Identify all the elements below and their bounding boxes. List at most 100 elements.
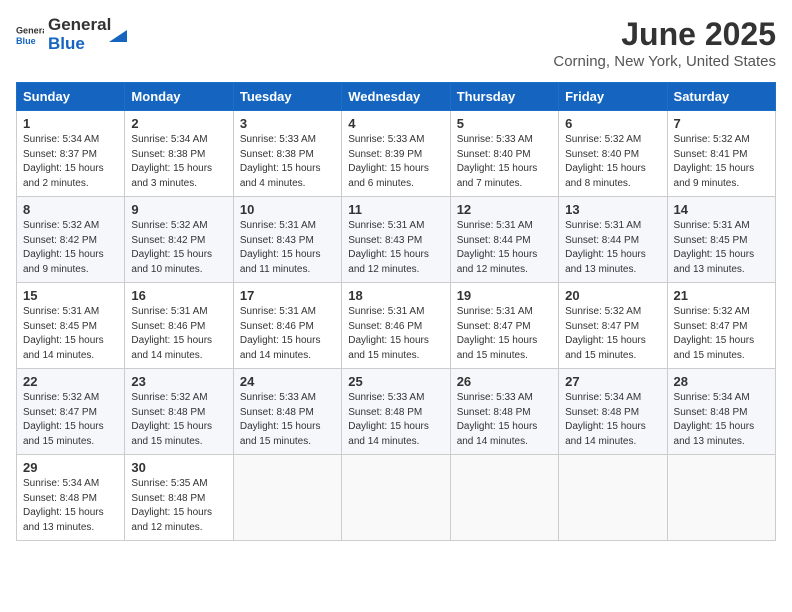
calendar-cell: 3Sunrise: 5:33 AMSunset: 8:38 PMDaylight… [233, 111, 341, 197]
day-info: Sunrise: 5:32 AMSunset: 8:47 PMDaylight:… [565, 305, 660, 363]
day-number: 29 [23, 460, 118, 475]
calendar-cell [667, 455, 775, 541]
day-info: Sunrise: 5:31 AMSunset: 8:44 PMDaylight:… [565, 219, 660, 277]
calendar-cell: 1Sunrise: 5:34 AMSunset: 8:37 PMDaylight… [17, 111, 125, 197]
day-info: Sunrise: 5:34 AMSunset: 8:48 PMDaylight:… [23, 477, 118, 535]
day-number: 30 [131, 460, 226, 475]
day-info: Sunrise: 5:33 AMSunset: 8:48 PMDaylight:… [457, 391, 552, 449]
day-info: Sunrise: 5:33 AMSunset: 8:39 PMDaylight:… [348, 133, 443, 191]
day-number: 15 [23, 288, 118, 303]
day-number: 24 [240, 374, 335, 389]
day-info: Sunrise: 5:32 AMSunset: 8:42 PMDaylight:… [131, 219, 226, 277]
day-info: Sunrise: 5:31 AMSunset: 8:47 PMDaylight:… [457, 305, 552, 363]
logo-blue-text: Blue [48, 35, 111, 54]
day-number: 12 [457, 202, 552, 217]
day-number: 6 [565, 116, 660, 131]
logo-general-text: General [48, 16, 111, 35]
calendar-cell: 29 Sunrise: 5:34 AMSunset: 8:48 PMDayligh… [17, 455, 125, 541]
calendar-cell: 12 Sunrise: 5:31 AMSunset: 8:44 PMDayligh… [450, 197, 558, 283]
day-info: Sunrise: 5:32 AMSunset: 8:47 PMDaylight:… [23, 391, 118, 449]
day-number: 16 [131, 288, 226, 303]
day-info: Sunrise: 5:31 AMSunset: 8:44 PMDaylight:… [457, 219, 552, 277]
day-info: Sunrise: 5:32 AMSunset: 8:48 PMDaylight:… [131, 391, 226, 449]
day-number: 27 [565, 374, 660, 389]
calendar-cell: 11Sunrise: 5:31 AMSunset: 8:43 PMDayligh… [342, 197, 450, 283]
calendar-cell [233, 455, 341, 541]
day-number: 19 [457, 288, 552, 303]
calendar-cell: 25 Sunrise: 5:33 AMSunset: 8:48 PMDayligh… [342, 369, 450, 455]
calendar-week-row: 22 Sunrise: 5:32 AMSunset: 8:47 PMDayligh… [17, 369, 776, 455]
calendar-cell: 13 Sunrise: 5:31 AMSunset: 8:44 PMDayligh… [559, 197, 667, 283]
day-info: Sunrise: 5:34 AMSunset: 8:38 PMDaylight:… [131, 133, 226, 191]
month-title: June 2025 [553, 16, 776, 53]
calendar-cell: 21Sunrise: 5:32 AMSunset: 8:47 PMDayligh… [667, 283, 775, 369]
day-number: 26 [457, 374, 552, 389]
day-info: Sunrise: 5:34 AMSunset: 8:48 PMDaylight:… [674, 391, 769, 449]
calendar-cell: 26 Sunrise: 5:33 AMSunset: 8:48 PMDayligh… [450, 369, 558, 455]
day-number: 14 [674, 202, 769, 217]
calendar-cell [559, 455, 667, 541]
day-number: 25 [348, 374, 443, 389]
title-block: June 2025 Corning, New York, United Stat… [553, 16, 776, 70]
calendar-cell: 14 Sunrise: 5:31 AMSunset: 8:45 PMDayligh… [667, 197, 775, 283]
calendar-week-row: 29 Sunrise: 5:34 AMSunset: 8:48 PMDayligh… [17, 455, 776, 541]
svg-text:General: General [16, 25, 44, 35]
calendar-table: SundayMondayTuesdayWednesdayThursdayFrid… [16, 82, 776, 541]
day-number: 18 [348, 288, 443, 303]
calendar-cell [342, 455, 450, 541]
calendar-cell: 28 Sunrise: 5:34 AMSunset: 8:48 PMDayligh… [667, 369, 775, 455]
calendar-cell: 2Sunrise: 5:34 AMSunset: 8:38 PMDaylight… [125, 111, 233, 197]
day-info: Sunrise: 5:32 AMSunset: 8:41 PMDaylight:… [674, 133, 769, 191]
day-info: Sunrise: 5:31 AMSunset: 8:46 PMDaylight:… [348, 305, 443, 363]
header-wednesday: Wednesday [342, 83, 450, 111]
day-info: Sunrise: 5:33 AMSunset: 8:38 PMDaylight:… [240, 133, 335, 191]
day-number: 7 [674, 116, 769, 131]
calendar-cell: 24 Sunrise: 5:33 AMSunset: 8:48 PMDayligh… [233, 369, 341, 455]
logo-icon: General Blue [16, 21, 44, 49]
calendar-week-row: 8 Sunrise: 5:32 AMSunset: 8:42 PMDaylight… [17, 197, 776, 283]
calendar-header-row: SundayMondayTuesdayWednesdayThursdayFrid… [17, 83, 776, 111]
day-info: Sunrise: 5:32 AMSunset: 8:40 PMDaylight:… [565, 133, 660, 191]
day-info: Sunrise: 5:33 AMSunset: 8:48 PMDaylight:… [240, 391, 335, 449]
calendar-cell: 17 Sunrise: 5:31 AMSunset: 8:46 PMDayligh… [233, 283, 341, 369]
calendar-cell: 30 Sunrise: 5:35 AMSunset: 8:48 PMDayligh… [125, 455, 233, 541]
day-number: 5 [457, 116, 552, 131]
day-info: Sunrise: 5:31 AMSunset: 8:46 PMDaylight:… [240, 305, 335, 363]
calendar-cell [450, 455, 558, 541]
day-info: Sunrise: 5:34 AMSunset: 8:48 PMDaylight:… [565, 391, 660, 449]
calendar-cell: 10 Sunrise: 5:31 AMSunset: 8:43 PMDayligh… [233, 197, 341, 283]
day-number: 13 [565, 202, 660, 217]
location-title: Corning, New York, United States [553, 53, 776, 70]
header-monday: Monday [125, 83, 233, 111]
day-info: Sunrise: 5:33 AMSunset: 8:48 PMDaylight:… [348, 391, 443, 449]
calendar-cell: 27 Sunrise: 5:34 AMSunset: 8:48 PMDayligh… [559, 369, 667, 455]
day-number: 4 [348, 116, 443, 131]
calendar-cell: 8Sunrise: 5:32 AMSunset: 8:42 PMDaylight… [17, 197, 125, 283]
day-number: 9 [131, 202, 226, 217]
day-info: Sunrise: 5:34 AMSunset: 8:37 PMDaylight:… [23, 133, 118, 191]
calendar-cell: 15 Sunrise: 5:31 AMSunset: 8:45 PMDayligh… [17, 283, 125, 369]
day-info: Sunrise: 5:32 AMSunset: 8:47 PMDaylight:… [674, 305, 769, 363]
header-tuesday: Tuesday [233, 83, 341, 111]
calendar-cell: 6 Sunrise: 5:32 AMSunset: 8:40 PMDaylight… [559, 111, 667, 197]
header-saturday: Saturday [667, 83, 775, 111]
logo: General Blue General Blue [16, 16, 127, 53]
calendar-cell: 16Sunrise: 5:31 AMSunset: 8:46 PMDayligh… [125, 283, 233, 369]
calendar-cell: 9 Sunrise: 5:32 AMSunset: 8:42 PMDaylight… [125, 197, 233, 283]
day-info: Sunrise: 5:31 AMSunset: 8:45 PMDaylight:… [23, 305, 118, 363]
day-number: 20 [565, 288, 660, 303]
calendar-cell: 4 Sunrise: 5:33 AMSunset: 8:39 PMDaylight… [342, 111, 450, 197]
day-number: 17 [240, 288, 335, 303]
svg-text:Blue: Blue [16, 36, 36, 46]
day-number: 10 [240, 202, 335, 217]
day-number: 22 [23, 374, 118, 389]
day-info: Sunrise: 5:31 AMSunset: 8:45 PMDaylight:… [674, 219, 769, 277]
calendar-cell: 22 Sunrise: 5:32 AMSunset: 8:47 PMDayligh… [17, 369, 125, 455]
day-info: Sunrise: 5:31 AMSunset: 8:43 PMDaylight:… [240, 219, 335, 277]
day-info: Sunrise: 5:31 AMSunset: 8:43 PMDaylight:… [348, 219, 443, 277]
day-number: 8 [23, 202, 118, 217]
day-info: Sunrise: 5:35 AMSunset: 8:48 PMDaylight:… [131, 477, 226, 535]
calendar-cell: 18 Sunrise: 5:31 AMSunset: 8:46 PMDayligh… [342, 283, 450, 369]
day-number: 28 [674, 374, 769, 389]
day-info: Sunrise: 5:33 AMSunset: 8:40 PMDaylight:… [457, 133, 552, 191]
